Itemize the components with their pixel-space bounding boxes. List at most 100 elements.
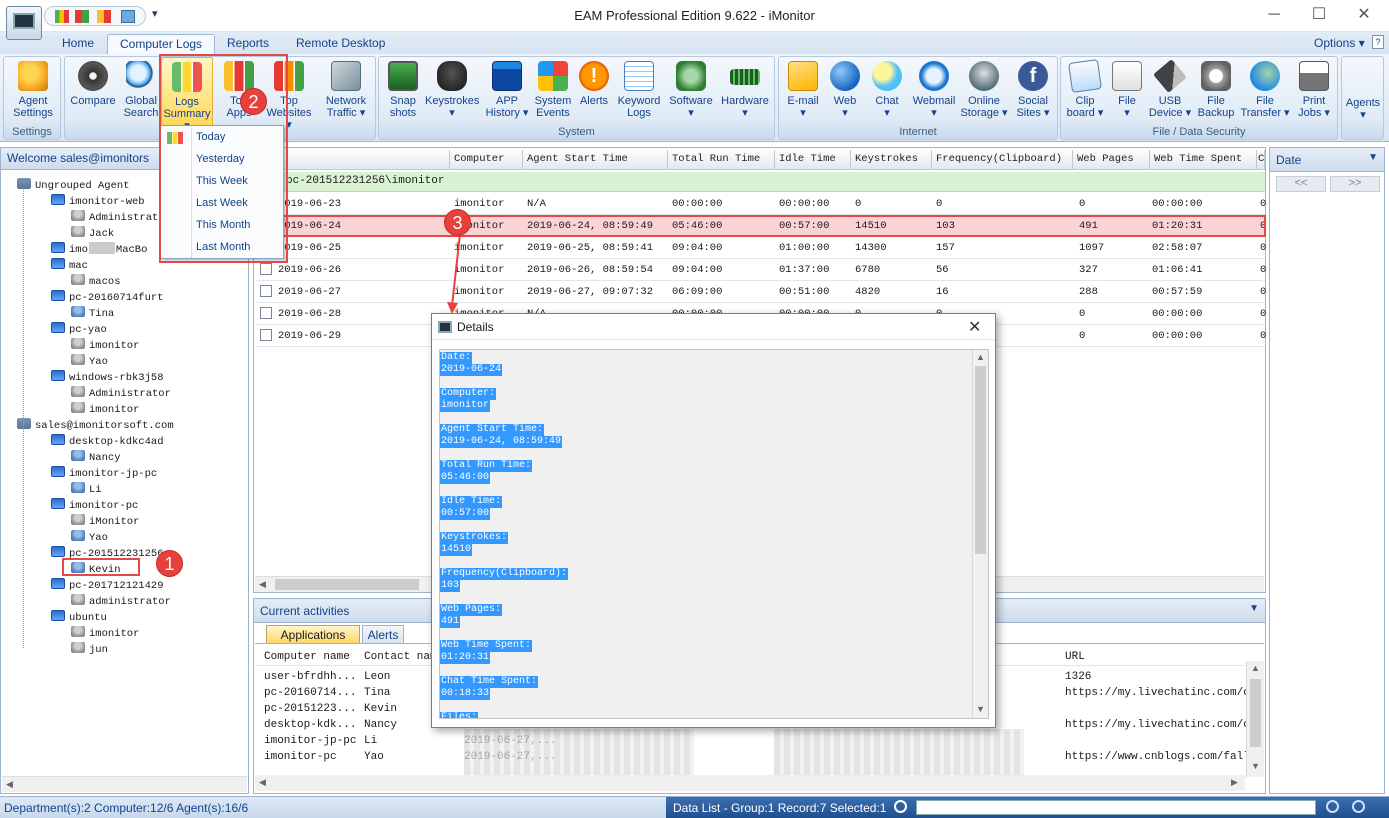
help-icon[interactable]: ? [1372, 35, 1384, 49]
date-next-button[interactable]: >> [1330, 176, 1380, 192]
search-input[interactable] [916, 800, 1316, 815]
table-row[interactable]: 2019-06-27 imonitor 2019-06-27, 09:07:32 06… [256, 281, 1266, 303]
tree-user[interactable]: administrator [71, 594, 171, 608]
scroll-left-icon[interactable]: ◀ [259, 777, 266, 788]
tab-computer-logs[interactable]: Computer Logs [107, 34, 216, 54]
zoom-in-icon[interactable] [1352, 800, 1365, 813]
snapshots-button[interactable]: Snap shots [381, 61, 425, 125]
tab-remote-desktop[interactable]: Remote Desktop [284, 34, 397, 54]
tree-group[interactable]: sales@imonitorsoft.com [17, 418, 174, 432]
table-row[interactable]: 2019-06-25 imonitor 2019-06-25, 08:59:41 09… [256, 237, 1266, 259]
zoom-out-icon[interactable] [1326, 800, 1339, 813]
tree-user[interactable]: Nancy [71, 450, 121, 464]
webmail-button[interactable]: Webmail ▾ [909, 61, 959, 125]
scroll-thumb[interactable] [275, 579, 419, 590]
tree-user[interactable]: Administrator [71, 386, 171, 400]
chevron-down-icon[interactable]: ▼ [1249, 603, 1259, 614]
table-row[interactable]: 2019-06-26 imonitor 2019-06-26, 08:59:54 09… [256, 259, 1266, 281]
tree-computer[interactable]: pc-20160714furt [51, 290, 164, 304]
tree-computer[interactable]: imonitor-web [51, 194, 145, 208]
date-prev-button[interactable]: << [1276, 176, 1326, 192]
scroll-right-icon[interactable]: ▶ [1231, 777, 1238, 788]
tree-computer[interactable]: mac [51, 258, 88, 272]
app-history-button[interactable]: APP History ▾ [483, 61, 531, 125]
column-header-web-time-spent[interactable]: Web Time Spent [1150, 150, 1257, 170]
tree-user[interactable]: imonitor [71, 402, 139, 416]
tree-user[interactable]: imonitor [71, 626, 139, 640]
compare-button[interactable]: Compare [67, 61, 119, 125]
tab-alerts[interactable]: Alerts [362, 625, 404, 643]
tree-computer[interactable]: ubuntu [51, 610, 107, 624]
file-button[interactable]: File ▾ [1107, 61, 1147, 125]
scroll-left-icon[interactable]: ◀ [6, 779, 13, 790]
tree-user[interactable]: Yao [71, 354, 108, 368]
column-header-contact-name[interactable]: Contact nam [364, 651, 434, 663]
tab-reports[interactable]: Reports [215, 34, 281, 54]
tree-user[interactable]: iMonitor [71, 514, 139, 528]
column-header-computer[interactable]: Computer [450, 150, 523, 170]
details-vertical-scrollbar[interactable]: ▲ ▼ [972, 350, 988, 718]
tree-user[interactable]: macos [71, 274, 121, 288]
column-header-computer-name[interactable]: Computer name [264, 651, 354, 663]
usb-device-button[interactable]: USB Device ▾ [1147, 59, 1193, 125]
maximize-button[interactable]: ☐ [1307, 4, 1331, 26]
keystrokes-button[interactable]: Keystrokes ▾ [425, 61, 479, 125]
scroll-down-icon[interactable]: ▼ [976, 704, 985, 714]
tree-computer[interactable]: imonitor-pc [51, 498, 138, 512]
group-row[interactable]: pc-201512231256\imonitor [256, 172, 1265, 192]
tree-user[interactable]: Administrato [71, 210, 165, 224]
column-header-agent-start-time[interactable]: Agent Start Time [523, 150, 668, 170]
global-search-button[interactable]: Global Search [119, 61, 163, 125]
column-header-more[interactable]: C [1257, 150, 1265, 170]
tree-computer[interactable]: desktop-kdkc4ad [51, 434, 164, 448]
tab-home[interactable]: Home [50, 34, 106, 54]
close-button[interactable]: ✕ [1352, 4, 1376, 26]
tab-applications[interactable]: Applications [266, 625, 360, 643]
agent-settings-button[interactable]: Agent Settings [6, 61, 60, 125]
chat-button[interactable]: Chat ▾ [865, 61, 909, 125]
column-header-web-pages[interactable]: Web Pages [1073, 150, 1150, 170]
network-traffic-button[interactable]: Network Traffic ▾ [317, 61, 375, 125]
search-icon[interactable] [894, 800, 907, 813]
tree-computer[interactable]: windows-rbk3j58 [51, 370, 164, 384]
social-sites-button[interactable]: f Social Sites ▾ [1009, 61, 1057, 125]
scroll-up-icon[interactable]: ▲ [1251, 663, 1260, 673]
clipboard-button[interactable]: Clip board ▾ [1063, 59, 1107, 125]
tree-group[interactable]: Ungrouped Agent [17, 178, 130, 192]
email-button[interactable]: E-mail ▾ [781, 61, 825, 125]
tree-computer[interactable]: pc-yao [51, 322, 107, 336]
tree-user[interactable]: Jack [71, 226, 114, 240]
tree-user[interactable]: jun [71, 642, 108, 656]
dialog-close-button[interactable]: ✕ [968, 317, 981, 337]
tree-computer[interactable]: pc-201712121429 [51, 578, 164, 592]
system-events-button[interactable]: System Events [531, 61, 575, 125]
tree-horizontal-scrollbar[interactable]: ◀ [2, 776, 247, 792]
scroll-left-icon[interactable]: ◀ [259, 579, 266, 590]
column-header-url[interactable]: URL [1065, 651, 1105, 663]
tree-computer[interactable]: imonitor-jp-pc [51, 466, 157, 480]
activities-horizontal-scrollbar[interactable]: ◀ ▶ [255, 775, 1245, 791]
options-menu[interactable]: Options ▾ [1314, 36, 1365, 50]
file-backup-button[interactable]: File Backup [1193, 61, 1239, 125]
scroll-thumb[interactable] [975, 366, 986, 554]
column-header-total-run-time[interactable]: Total Run Time [668, 150, 775, 170]
column-header-frequency[interactable]: Frequency(Clipboard) [932, 150, 1073, 170]
app-logo-icon[interactable] [6, 6, 42, 40]
table-row[interactable]: 2019-06-23 imonitor N/A 00:00:00 00:00:00 0 0 0… [256, 193, 1266, 215]
chevron-down-icon[interactable]: ▼ [1368, 152, 1378, 163]
keyword-logs-button[interactable]: Keyword Logs [613, 61, 665, 125]
print-jobs-button[interactable]: Print Jobs ▾ [1291, 61, 1337, 125]
scroll-up-icon[interactable]: ▲ [976, 352, 985, 362]
scroll-down-icon[interactable]: ▼ [1251, 761, 1260, 771]
scroll-thumb[interactable] [1250, 679, 1261, 747]
file-transfer-button[interactable]: File Transfer ▾ [1239, 61, 1291, 125]
tree-user[interactable]: imonitor [71, 338, 139, 352]
hardware-button[interactable]: Hardware ▾ [717, 61, 773, 125]
column-header-keystrokes[interactable]: Keystrokes [851, 150, 932, 170]
online-storage-button[interactable]: Online Storage ▾ [959, 61, 1009, 125]
tree-computer[interactable]: imo MacBo [51, 242, 147, 256]
minimize-button[interactable]: ─ [1262, 4, 1286, 26]
alerts-button[interactable]: ! Alerts [575, 61, 613, 125]
web-button[interactable]: Web ▾ [825, 61, 865, 125]
tree-user[interactable]: Li [71, 482, 102, 496]
